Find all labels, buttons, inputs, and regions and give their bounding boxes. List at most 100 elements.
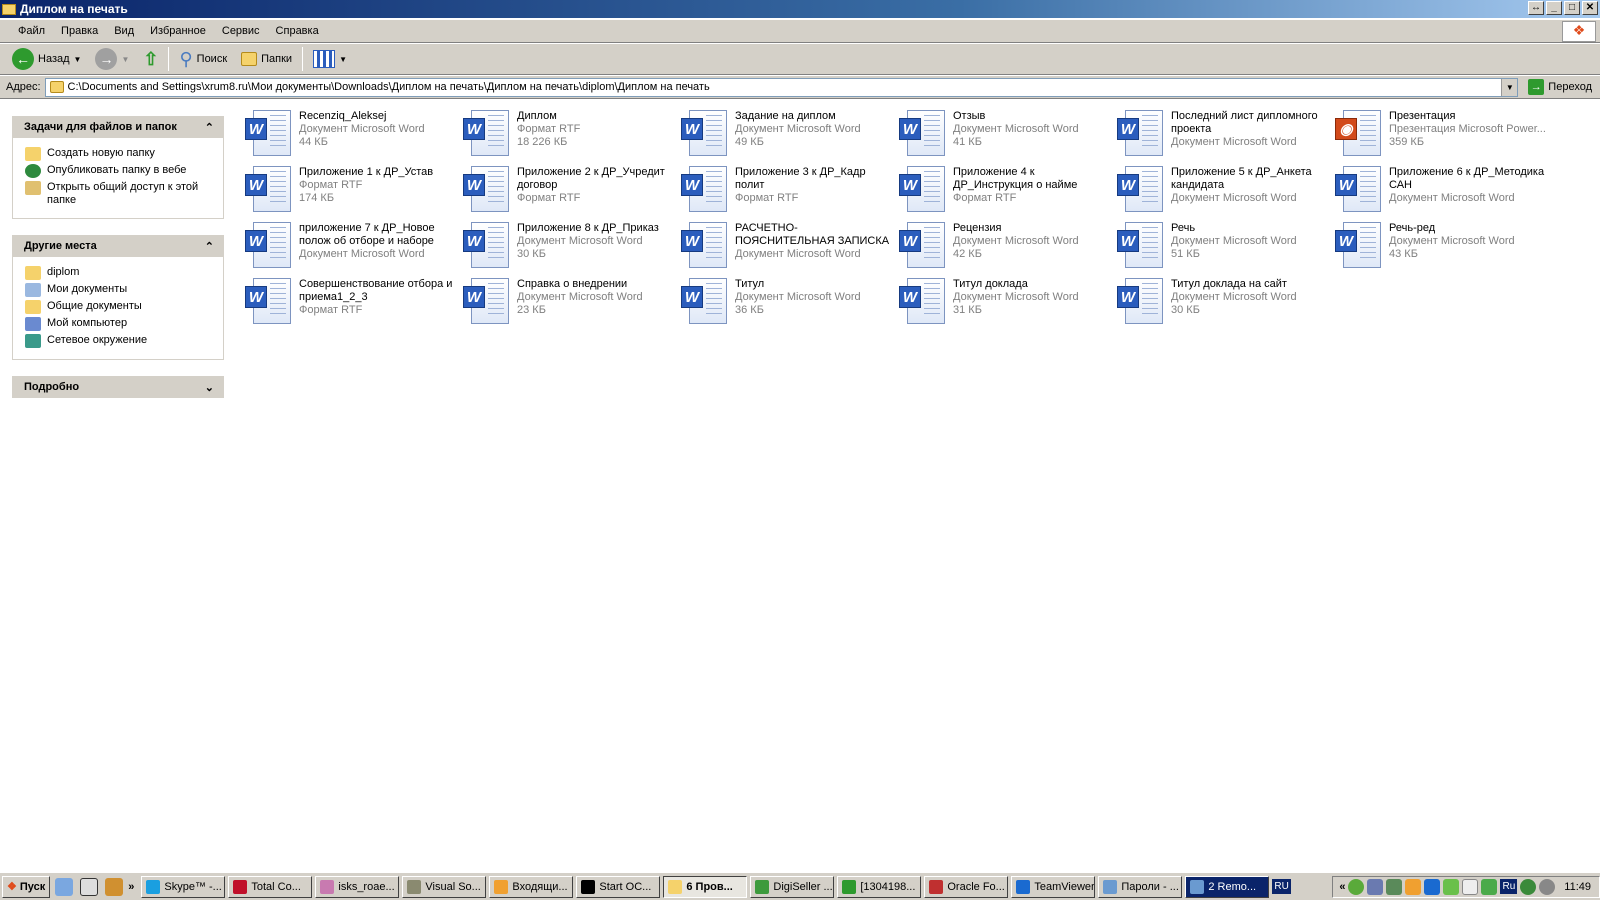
clock-app-icon[interactable] <box>1405 878 1422 895</box>
tray-language-icon[interactable]: Ru <box>1500 879 1518 894</box>
back-arrow-icon: ← <box>12 48 34 70</box>
file-type: Документ Microsoft Word <box>299 123 425 135</box>
security-icon[interactable] <box>1520 878 1537 895</box>
taskbar-button[interactable]: 6 Пров... <box>663 875 748 898</box>
menu-favorites[interactable]: Избранное <box>142 25 214 37</box>
taskbar-button[interactable]: Visual So... <box>402 875 487 898</box>
restore-size-button[interactable]: ↔ <box>1528 1 1544 15</box>
tray-app-icon[interactable] <box>1386 878 1403 895</box>
word-file-icon: W <box>681 222 729 268</box>
taskbar-button[interactable]: Входящи... <box>489 875 574 898</box>
clock[interactable]: 11:49 <box>1564 881 1591 893</box>
place-network[interactable]: Сетевое окружение <box>25 334 215 348</box>
go-button[interactable]: → Переход <box>1524 79 1600 95</box>
quicklaunch-chevron[interactable]: » <box>128 881 134 893</box>
views-button[interactable]: ▼ <box>309 48 351 70</box>
start-button[interactable]: ❖ Пуск <box>2 875 51 898</box>
taskbar-button[interactable]: [1304198... <box>837 875 922 898</box>
collapse-icon[interactable]: ⌃ <box>205 121 214 134</box>
check-icon[interactable] <box>1443 878 1460 895</box>
taskbar-button[interactable]: Пароли - ... <box>1098 875 1183 898</box>
share-folder-link[interactable]: Открыть общий доступ к этой папке <box>25 181 215 207</box>
file-name: Титул <box>735 278 765 290</box>
up-folder-button[interactable]: ⇧ <box>139 47 162 72</box>
collapse-icon[interactable]: ⌃ <box>205 240 214 253</box>
file-item[interactable]: W РАСЧЕТНО-ПОЯСНИТЕЛЬНАЯ ЗАПИСКА Документ… <box>681 222 899 278</box>
address-dropdown-button[interactable]: ▼ <box>1501 78 1518 96</box>
quicklaunch-desktop-icon[interactable] <box>80 877 99 896</box>
file-item[interactable]: W Титул доклада Документ Microsoft Word 31… <box>899 278 1117 334</box>
folders-button[interactable]: Папки <box>237 50 296 68</box>
menu-help[interactable]: Справка <box>268 25 327 37</box>
taskbar-button[interactable]: Start OC... <box>576 875 661 898</box>
expand-icon[interactable]: ⌄ <box>205 381 214 394</box>
taskbar-button[interactable]: Total Co... <box>228 875 313 898</box>
close-button[interactable]: ✕ <box>1582 1 1598 15</box>
file-item[interactable]: W Приложение 8 к ДР_Приказ Документ Micro… <box>463 222 681 278</box>
place-diplom[interactable]: diplom <box>25 266 215 280</box>
place-my-computer[interactable]: Мой компьютер <box>25 317 215 331</box>
app-icon <box>755 879 770 894</box>
search-button[interactable]: ⚲ Поиск <box>175 47 231 72</box>
publish-web-link[interactable]: Опубликовать папку в вебе <box>25 164 215 178</box>
file-item[interactable]: W Справка о внедрении Документ Microsoft … <box>463 278 681 334</box>
cursor-icon[interactable] <box>1462 878 1479 895</box>
file-size: 31 КБ <box>953 304 982 316</box>
network-icon[interactable] <box>1367 878 1384 895</box>
language-indicator[interactable]: RU <box>1272 879 1291 894</box>
details-header[interactable]: Подробно ⌄ <box>12 376 224 398</box>
file-item[interactable]: W Recenziq_Aleksej Документ Microsoft Wor… <box>245 110 463 166</box>
quicklaunch-app-icon[interactable] <box>105 877 124 896</box>
dropdown-arrow-icon[interactable]: ▼ <box>121 55 129 64</box>
new-folder-link[interactable]: Создать новую папку <box>25 147 215 161</box>
utorrent-icon[interactable] <box>1348 878 1365 895</box>
file-item[interactable]: W Последний лист дипломного проекта Докум… <box>1117 110 1335 166</box>
volume-icon[interactable] <box>1539 878 1556 895</box>
minimize-button[interactable]: _ <box>1546 1 1562 15</box>
file-size: 42 КБ <box>953 248 982 260</box>
file-item[interactable]: W приложение 7 к ДР_Новое полож об отбор… <box>245 222 463 278</box>
menu-file[interactable]: Файл <box>10 25 53 37</box>
quicklaunch-ie-icon[interactable] <box>55 877 74 896</box>
file-item[interactable]: W Приложение 6 к ДР_Методика САН Документ… <box>1335 166 1553 222</box>
file-item[interactable]: W Титул доклада на сайт Документ Microsof… <box>1117 278 1335 334</box>
dropdown-arrow-icon[interactable]: ▼ <box>74 55 82 64</box>
taskbar-button-label: Start OC... <box>599 880 652 893</box>
file-item[interactable]: W Задание на диплом Документ Microsoft Wo… <box>681 110 899 166</box>
file-item[interactable]: W Приложение 5 к ДР_Анкета кандидата Доку… <box>1117 166 1335 222</box>
file-item[interactable]: W Приложение 3 к ДР_Кадр полит Формат RTF <box>681 166 899 222</box>
back-button[interactable]: ← Назад ▼ <box>8 46 85 72</box>
file-item[interactable]: W Рецензия Документ Microsoft Word 42 КБ <box>899 222 1117 278</box>
antivirus-icon[interactable] <box>1481 878 1498 895</box>
forward-button[interactable]: → ▼ <box>91 46 133 72</box>
place-my-documents[interactable]: Мои документы <box>25 283 215 297</box>
taskbar-button[interactable]: DigiSeller ... <box>750 875 835 898</box>
file-tasks-header[interactable]: Задачи для файлов и папок ⌃ <box>12 116 224 138</box>
file-item[interactable]: W Совершенствование отбора и приема1_2_3… <box>245 278 463 334</box>
file-item[interactable]: ◉ Презентация Презентация Microsoft Power… <box>1335 110 1553 166</box>
file-item[interactable]: W Приложение 2 к ДР_Учредит договор Форма… <box>463 166 681 222</box>
file-item[interactable]: W Речь-ред Документ Microsoft Word 43 КБ <box>1335 222 1553 278</box>
taskbar-button[interactable]: 2 Remo... <box>1185 875 1270 898</box>
file-item[interactable]: W Диплом Формат RTF 18 226 КБ <box>463 110 681 166</box>
file-item[interactable]: W Речь Документ Microsoft Word 51 КБ <box>1117 222 1335 278</box>
address-input[interactable]: C:\Documents and Settings\xrum8.ru\Мои д… <box>44 77 1519 97</box>
file-item[interactable]: W Приложение 4 к ДР_Инструкция о найме Фо… <box>899 166 1117 222</box>
place-shared-documents[interactable]: Общие документы <box>25 300 215 314</box>
maximize-button[interactable]: □ <box>1564 1 1580 15</box>
address-path[interactable]: C:\Documents and Settings\xrum8.ru\Мои д… <box>68 81 1498 93</box>
teamviewer-icon[interactable] <box>1424 878 1441 895</box>
app-icon <box>668 879 683 894</box>
taskbar-button[interactable]: isks_roae... <box>315 875 400 898</box>
menu-view[interactable]: Вид <box>106 25 142 37</box>
taskbar-button[interactable]: Skype™ -... <box>141 875 226 898</box>
menu-edit[interactable]: Правка <box>53 25 106 37</box>
tray-expand-button[interactable]: « <box>1339 881 1345 893</box>
file-item[interactable]: W Отзыв Документ Microsoft Word 41 КБ <box>899 110 1117 166</box>
file-item[interactable]: W Титул Документ Microsoft Word 36 КБ <box>681 278 899 334</box>
taskbar-button[interactable]: Oracle Fo... <box>924 875 1009 898</box>
file-item[interactable]: W Приложение 1 к ДР_Устав Формат RTF 174 К… <box>245 166 463 222</box>
taskbar-button[interactable]: TeamViewer <box>1011 875 1096 898</box>
other-places-header[interactable]: Другие места ⌃ <box>12 235 224 257</box>
menu-tools[interactable]: Сервис <box>214 25 268 37</box>
